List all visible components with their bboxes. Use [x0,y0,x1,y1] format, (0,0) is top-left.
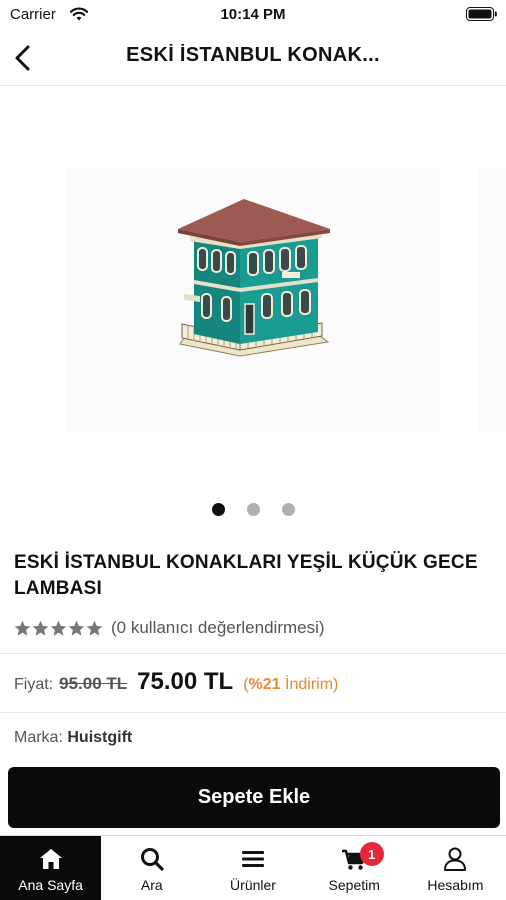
discount-word: İndirim) [280,676,339,693]
product-image-gallery[interactable] [0,88,506,526]
gallery-pagination [0,503,506,516]
battery-icon [466,7,497,21]
price-row: Fiyat: 95.00 TL 75.00 TL (%21 İndirim) [14,668,338,700]
star-icon [50,620,67,636]
rating-row[interactable]: (0 kullanıcı değerlendirmesi) [14,616,325,640]
tab-home[interactable]: Ana Sayfa [0,836,102,900]
rating-stars [14,620,103,637]
tab-label: Hesabım [427,877,484,893]
brand-value: Huistgift [67,729,133,746]
tab-cart[interactable]: Sepetim 1 [304,836,405,900]
next-photo-peek [478,168,506,433]
home-icon [39,849,62,869]
discount-percent: %21 [248,676,281,693]
add-to-cart-button[interactable]: Sepete Ekle [8,767,500,828]
star-icon [86,620,103,636]
gallery-dot[interactable] [211,503,225,516]
star-icon [32,620,49,636]
page-title: ESKİ İSTANBUL KONAK... [126,44,380,66]
brand-label: Marka: [14,729,63,746]
brand-row: Marka: Huistgift [14,729,132,747]
tab-menu[interactable]: Ürünler [202,836,303,900]
product-title: ESKİ İSTANBUL KONAKLARI YEŞİL KÜÇÜK GECE… [14,552,478,599]
discount-badge: (%21 İndirim) [243,676,338,694]
rating-count: (0 kullanıcı değerlendirmesi) [111,618,325,637]
search-icon [140,848,164,871]
user-icon [444,847,467,871]
menu-icon [242,851,264,867]
price-label: Fiyat: [14,676,54,693]
tab-label: Sepetim [328,877,380,893]
product-image [178,199,330,357]
tab-label: Ara [140,877,163,893]
status-time: 10:14 PM [220,6,286,23]
old-price: 95.00 TL [59,674,128,693]
star-icon [68,620,85,636]
status-bar: Carrier 10:14 PM [0,0,506,30]
tab-label: Ana Sayfa [18,877,83,893]
new-price: 75.00 TL [137,668,234,695]
gallery-dot[interactable] [246,503,260,516]
divider [0,653,506,654]
divider [0,712,506,713]
tab-label: Ürünler [230,877,276,893]
tab-search[interactable]: Ara [101,836,202,900]
cart-count-badge: 1 [359,842,384,866]
tab-user[interactable]: Hesabım [405,836,506,900]
tab-bar: Ana Sayfa Ara Ürünler Sepetim 1 Hesabım [0,835,506,900]
gallery-dot[interactable] [281,503,295,516]
navigation-bar: ESKİ İSTANBUL KONAK... [0,30,506,86]
star-icon [14,620,31,636]
back-button[interactable] [6,40,42,76]
